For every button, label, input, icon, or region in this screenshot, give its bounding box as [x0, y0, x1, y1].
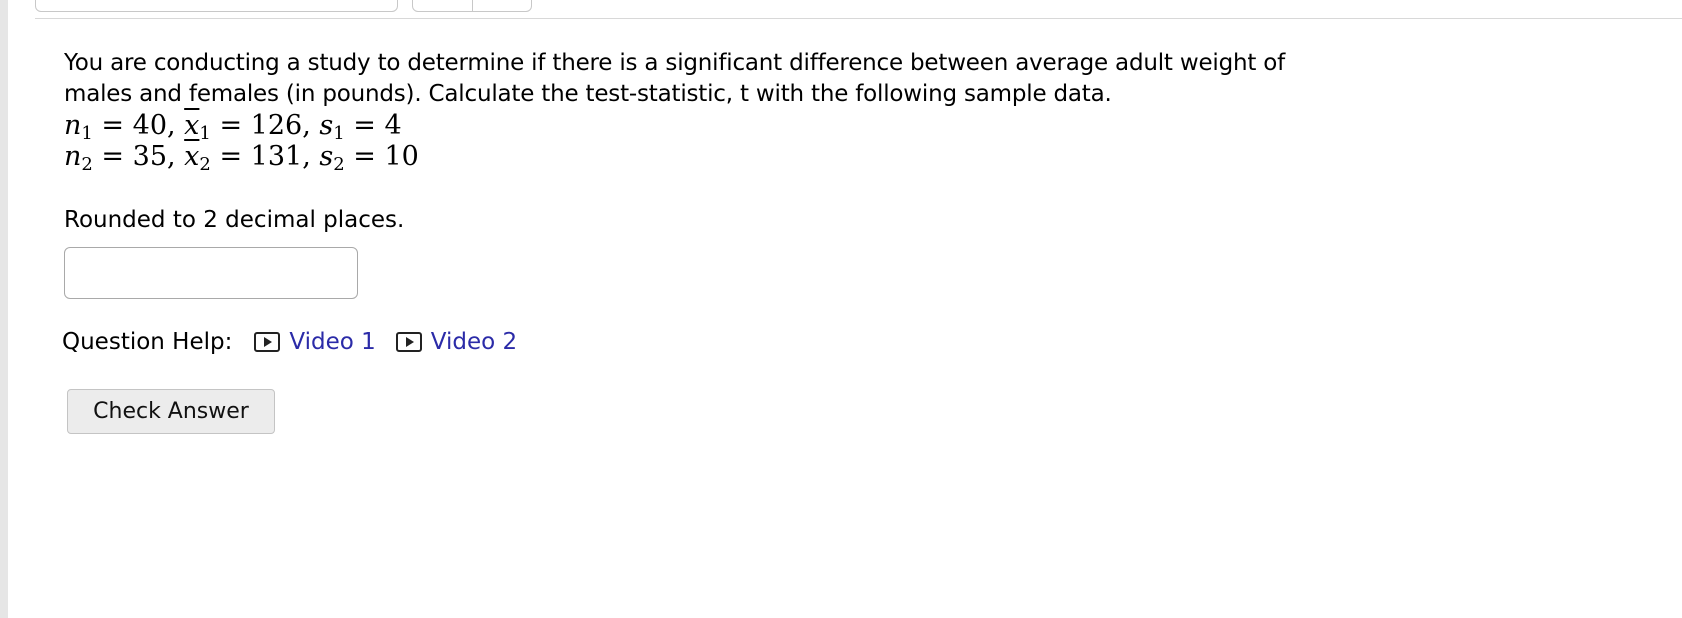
top-partial-input[interactable]	[35, 0, 398, 12]
video-2-label: Video 2	[430, 329, 518, 355]
video-2-link[interactable]: Video 2	[395, 329, 518, 355]
question-help: Question Help: Video 1 Video 2	[62, 327, 537, 357]
sample2-sd: 10	[384, 141, 419, 172]
sample1-mean: 126	[250, 110, 303, 141]
play-icon	[395, 332, 422, 352]
top-partial-button-group[interactable]	[412, 0, 532, 12]
check-answer-button[interactable]: Check Answer	[67, 389, 275, 434]
sample1-sd: 4	[384, 110, 402, 141]
sample2-n: 35	[132, 141, 167, 172]
play-icon	[254, 332, 281, 352]
left-rail	[0, 0, 8, 618]
video-1-link[interactable]: Video 1	[254, 329, 376, 355]
top-divider	[35, 18, 1682, 19]
question-help-label: Question Help:	[62, 329, 233, 355]
rounding-note: Rounded to 2 decimal places.	[64, 207, 405, 233]
sample1-n: 40	[132, 110, 167, 141]
sample2-equation: n2 = 35, x2 = 131, s2 = 10	[64, 141, 419, 175]
video-1-label: Video 1	[289, 329, 376, 355]
sample2-mean: 131	[250, 141, 303, 172]
button-divider	[472, 0, 473, 11]
question-text: You are conducting a study to determine …	[64, 50, 1286, 107]
answer-input[interactable]	[64, 247, 358, 299]
